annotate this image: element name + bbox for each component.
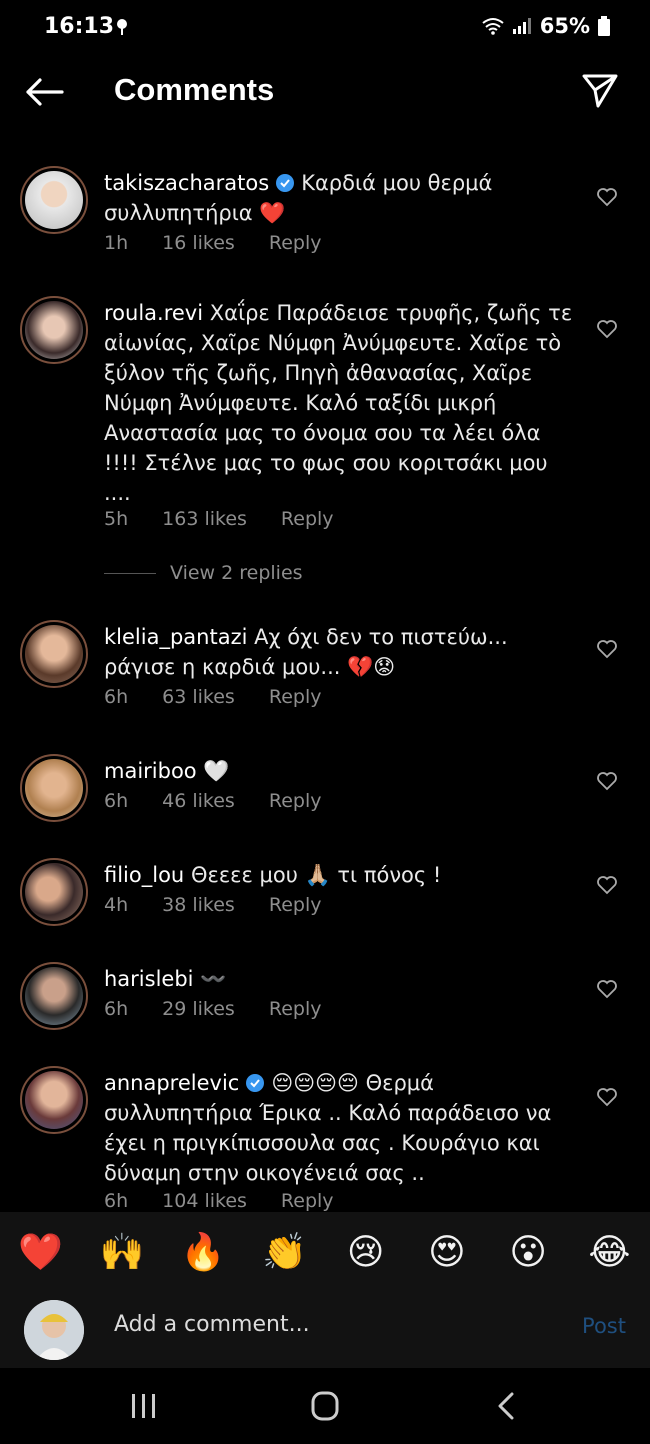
comment-username[interactable]: mairiboo: [104, 759, 197, 783]
comment-text: mairiboo 🤍: [104, 756, 574, 786]
comment-username[interactable]: annaprelevic: [104, 1071, 239, 1095]
view-replies-label[interactable]: View 2 replies: [170, 562, 303, 584]
back-icon[interactable]: [488, 1390, 528, 1422]
comment-meta: 6h 104 likes Reply: [104, 1190, 368, 1212]
comment-body: 🤍: [203, 759, 230, 783]
emoji-clap-button[interactable]: 👏: [254, 1231, 314, 1273]
post-button[interactable]: Post: [582, 1314, 626, 1338]
view-replies-link[interactable]: View 2 replies: [104, 562, 303, 584]
avatar[interactable]: [20, 1066, 88, 1134]
comment-input[interactable]: [114, 1312, 554, 1337]
avatar[interactable]: [20, 858, 88, 926]
avatar: [24, 1300, 84, 1360]
comment-likes[interactable]: 16 likes: [162, 232, 235, 254]
battery-icon: [598, 16, 610, 36]
avatar[interactable]: [20, 620, 88, 688]
status-bar: 16:13 65%: [0, 0, 650, 56]
comment-likes[interactable]: 163 likes: [162, 508, 247, 530]
verified-badge-icon: [276, 174, 295, 192]
comment-time: 5h: [104, 508, 129, 530]
heart-icon[interactable]: [596, 318, 618, 340]
comment-text: annaprelevic 😔😔😔😔 Θερμά συλλυπητήρια Έρικ…: [104, 1068, 574, 1188]
reply-button[interactable]: Reply: [269, 232, 322, 254]
heart-icon[interactable]: [596, 978, 618, 1000]
comment-text: klelia_pantazi Αχ όχι δεν το πιστεύω... …: [104, 622, 574, 682]
comment-username[interactable]: takiszacharatos: [104, 171, 269, 195]
send-icon[interactable]: [580, 70, 620, 110]
reply-button[interactable]: Reply: [281, 508, 334, 530]
wifi-icon: [482, 18, 504, 35]
comment-likes[interactable]: 104 likes: [162, 1190, 247, 1212]
avatar[interactable]: [20, 962, 88, 1030]
status-indicators: 65%: [482, 14, 610, 38]
battery-percent: 65%: [539, 14, 590, 38]
divider: [104, 572, 156, 574]
reply-button[interactable]: Reply: [269, 998, 322, 1020]
comment-meta: 4h 38 likes Reply: [104, 894, 355, 916]
comment-text: takiszacharatos Καρδιά μου θερμά συλλυπητ…: [104, 168, 574, 228]
comment-time: 6h: [104, 1190, 129, 1212]
comment-likes[interactable]: 29 likes: [162, 998, 235, 1020]
location-icon: [117, 19, 127, 35]
reply-button[interactable]: Reply: [269, 790, 322, 812]
comment-time: 4h: [104, 894, 129, 916]
comment-likes[interactable]: 38 likes: [162, 894, 235, 916]
header: Comments: [0, 56, 650, 128]
comment-body: Χαΐρε Παράδεισε τρυφῆς, ζωῆς τε αἰωνίας,…: [104, 301, 573, 505]
verified-badge-icon: [246, 1074, 265, 1092]
signal-icon: [512, 18, 531, 34]
avatar[interactable]: [20, 296, 88, 364]
comment-username[interactable]: klelia_pantazi: [104, 625, 247, 649]
reply-button[interactable]: Reply: [269, 894, 322, 916]
emoji-heart-eyes-button[interactable]: 😍: [417, 1232, 477, 1273]
recent-apps-icon[interactable]: [124, 1390, 164, 1422]
avatar[interactable]: [20, 166, 88, 234]
heart-icon[interactable]: [596, 638, 618, 660]
comment-meta: 5h 163 likes Reply: [104, 508, 368, 530]
comment-likes[interactable]: 63 likes: [162, 686, 235, 708]
status-time: 16:13: [44, 14, 115, 39]
avatar[interactable]: [20, 754, 88, 822]
comment-time: 6h: [104, 998, 129, 1020]
comment-meta: 1h 16 likes Reply: [104, 232, 355, 254]
comment-meta: 6h 29 likes Reply: [104, 998, 355, 1020]
comment-body: 〰️: [200, 967, 227, 991]
emoji-heart-button[interactable]: ❤️: [11, 1231, 71, 1273]
heart-icon[interactable]: [596, 1086, 618, 1108]
comments-list[interactable]: takiszacharatos Καρδιά μου θερμά συλλυπητ…: [0, 160, 650, 1212]
reply-button[interactable]: Reply: [269, 686, 322, 708]
comment-composer: Post: [0, 1292, 650, 1368]
comment-username[interactable]: harislebi: [104, 967, 194, 991]
home-icon[interactable]: [305, 1390, 345, 1422]
comment-body: Θεεεε μου 🙏🏼 τι πόνος !: [190, 863, 442, 887]
emoji-crying-button[interactable]: 😢: [336, 1232, 396, 1273]
emoji-surprised-button[interactable]: 😮: [498, 1232, 558, 1273]
comment-text: roula.revi Χαΐρε Παράδεισε τρυφῆς, ζωῆς …: [104, 298, 574, 508]
system-nav-bar: [0, 1368, 650, 1444]
comment-time: 1h: [104, 232, 129, 254]
comment-username[interactable]: filio_lou: [104, 863, 184, 887]
comment-meta: 6h 46 likes Reply: [104, 790, 355, 812]
user-avatar-icon: [24, 1300, 84, 1360]
back-arrow-icon[interactable]: [22, 72, 66, 112]
comment-meta: 6h 63 likes Reply: [104, 686, 355, 708]
comment-time: 6h: [104, 686, 129, 708]
comment-username[interactable]: roula.revi: [104, 301, 203, 325]
emoji-laughing-button[interactable]: 😂: [579, 1232, 639, 1273]
heart-icon[interactable]: [596, 186, 618, 208]
emoji-fire-button[interactable]: 🔥: [173, 1231, 233, 1273]
comment-text: harislebi 〰️: [104, 964, 574, 994]
reply-button[interactable]: Reply: [281, 1190, 334, 1212]
emoji-raised-hands-button[interactable]: 🙌: [92, 1231, 152, 1273]
comment-time: 6h: [104, 790, 129, 812]
page-title: Comments: [114, 72, 275, 107]
heart-icon[interactable]: [596, 770, 618, 792]
comment-text: filio_lou Θεεεε μου 🙏🏼 τι πόνος !: [104, 860, 574, 890]
heart-icon[interactable]: [596, 874, 618, 896]
emoji-reaction-bar: ❤️ 🙌 🔥 👏 😢 😍 😮 😂: [0, 1212, 650, 1292]
comment-likes[interactable]: 46 likes: [162, 790, 235, 812]
